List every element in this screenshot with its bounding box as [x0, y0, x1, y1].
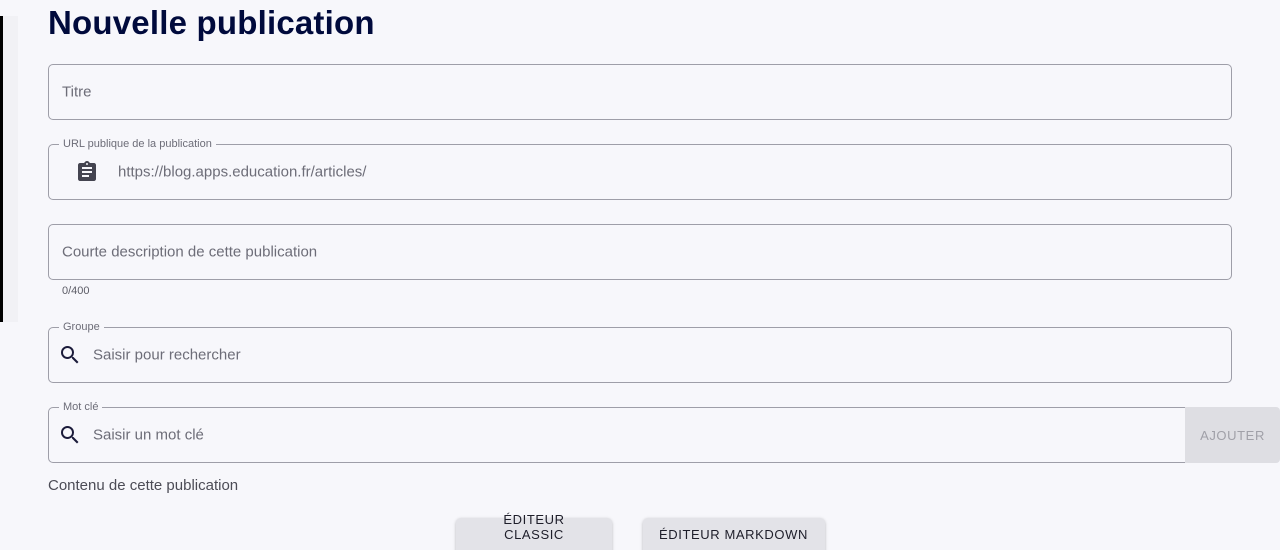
- description-placeholder: Courte description de cette publication: [62, 243, 318, 261]
- editor-markdown-button[interactable]: ÉDITEUR MARKDOWN: [643, 518, 825, 550]
- url-field[interactable]: URL publique de la publication https://b…: [48, 137, 1232, 200]
- group-field-label: Groupe: [59, 320, 104, 334]
- search-icon: [58, 423, 82, 447]
- keyword-field[interactable]: Mot clé Saisir un mot clé: [48, 400, 1186, 463]
- group-placeholder: Saisir pour rechercher: [93, 346, 241, 364]
- editor-classic-button[interactable]: ÉDITEUR CLASSIC: [456, 512, 612, 550]
- title-placeholder: Titre: [62, 83, 92, 101]
- page-title: Nouvelle publication: [48, 4, 375, 41]
- clipboard-icon: [75, 160, 99, 184]
- group-field[interactable]: Groupe Saisir pour rechercher: [48, 320, 1232, 383]
- keyword-field-label: Mot clé: [59, 400, 103, 414]
- title-field[interactable]: Titre: [48, 64, 1232, 120]
- content-label: Contenu de cette publication: [48, 477, 239, 494]
- left-rail: [0, 16, 18, 322]
- description-field[interactable]: Courte description de cette publication: [48, 224, 1232, 280]
- page: Nouvelle publication Titre URL publique …: [0, 0, 1280, 550]
- description-counter: 0/400: [62, 285, 90, 297]
- search-icon: [58, 343, 82, 367]
- keyword-placeholder: Saisir un mot clé: [93, 426, 204, 444]
- add-keyword-button[interactable]: AJOUTER: [1185, 407, 1280, 463]
- url-field-value: https://blog.apps.education.fr/articles/: [118, 163, 367, 181]
- url-field-label: URL publique de la publication: [59, 137, 216, 151]
